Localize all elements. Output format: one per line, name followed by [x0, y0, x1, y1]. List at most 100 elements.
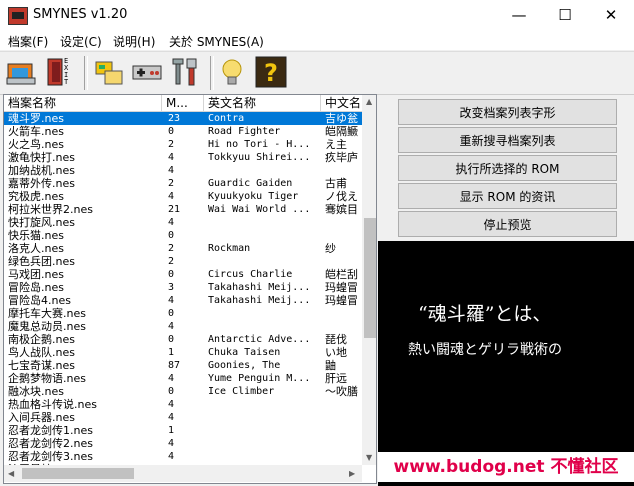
cell-m: 4 — [168, 399, 175, 410]
list-item[interactable]: 融冰块.nes 0 Ice Climber 〜吹膳 — [4, 385, 364, 398]
list-item[interactable]: 摩托车大赛.nes 0 — [4, 307, 364, 320]
vertical-scrollbar[interactable]: ▲ ▼ — [362, 95, 376, 465]
list-item[interactable]: 马戏团.nes 0 Circus Charlie 皑栏刮 — [4, 268, 364, 281]
maximize-button[interactable]: ☐ — [542, 0, 588, 30]
list-item[interactable]: 鸟人战队.nes 1 Chuka Taisen い地 — [4, 346, 364, 359]
cell-chinese-name: い地 — [325, 346, 347, 359]
exit-icon[interactable]: EXIT — [44, 56, 76, 88]
list-item[interactable]: 快打旋风.nes 4 — [4, 216, 364, 229]
cell-filename: 冒险岛4.nes — [8, 294, 71, 307]
cell-m: 4 — [168, 295, 175, 306]
cell-m: 4 — [168, 438, 175, 449]
cell-filename: 激龟快打.nes — [8, 151, 75, 164]
rom-info-button[interactable]: 显示 ROM 的资讯 — [398, 183, 617, 209]
list-item[interactable]: 忍者龙剑传3.nes 4 — [4, 450, 364, 463]
gamepad-icon[interactable] — [131, 56, 163, 88]
change-list-font-button[interactable]: 改变档案列表字形 — [398, 99, 617, 125]
cell-filename: 马戏团.nes — [8, 268, 64, 281]
cell-filename: 快乐猫.nes — [8, 229, 64, 242]
list-item[interactable]: 入间兵器.nes 4 — [4, 411, 364, 424]
cell-m: 4 — [168, 165, 175, 176]
list-item[interactable]: 热血格斗传说.nes 4 — [4, 398, 364, 411]
list-item[interactable]: 火之鸟.nes 2 Hi no Tori - H... え主 — [4, 138, 364, 151]
cell-m: 87 — [168, 360, 181, 371]
column-header-filename[interactable]: 档案名称 — [4, 95, 162, 111]
menu-about[interactable]: 关於 SMYNES(A) — [169, 33, 264, 50]
tools-icon[interactable] — [170, 56, 202, 88]
preview-text-line2: 熱い闘魂とゲリラ戦術の — [408, 342, 562, 358]
cell-english-name: Chuka Taisen — [208, 347, 281, 358]
menu-settings[interactable]: 设定(C) — [60, 33, 102, 50]
cell-chinese-name: 纱 — [325, 242, 336, 255]
cell-filename: 冒险岛.nes — [8, 281, 64, 294]
stop-preview-button[interactable]: 停止预览 — [398, 211, 617, 237]
vertical-scroll-thumb[interactable] — [364, 218, 376, 338]
list-item[interactable]: 冒险岛.nes 3 Takahashi Meij... 玛蝗冒 — [4, 281, 364, 294]
cell-chinese-name: 皑隔鳜 — [325, 125, 358, 138]
list-item[interactable]: 冒险岛4.nes 4 Takahashi Meij... 玛蝗冒 — [4, 294, 364, 307]
watermark: www.budog.net 不懂社区 — [378, 452, 634, 482]
list-item[interactable]: 忍者龙剑传1.nes 1 — [4, 424, 364, 437]
cell-english-name: Ice Climber — [208, 386, 275, 397]
cell-english-name: Kyuukyoku Tiger — [208, 191, 299, 202]
list-item[interactable]: 忍者龙剑传2.nes 4 — [4, 437, 364, 450]
folders-icon[interactable] — [93, 56, 125, 88]
cell-english-name: Circus Charlie — [208, 269, 293, 280]
run-rom-button[interactable]: 执行所选择的 ROM — [398, 155, 617, 181]
list-item[interactable]: 企鹅梦物语.nes 4 Yume Penguin M... 肝远 — [4, 372, 364, 385]
rom-list[interactable]: 档案名称 M... 英文名称 中文名 魂斗罗.nes 23 Contra 吉ゆ瓮 火箭车… — [3, 94, 377, 484]
window-title: SMYNES v1.20 — [33, 7, 128, 22]
scroll-up-icon[interactable]: ▲ — [366, 97, 372, 106]
cell-m: 0 — [168, 230, 175, 241]
help-icon[interactable]: ? — [255, 56, 287, 88]
cell-chinese-name: 〜吹膳 — [325, 385, 358, 398]
list-item[interactable]: 加纳战机.nes 4 — [4, 164, 364, 177]
close-button[interactable]: ✕ — [588, 0, 634, 30]
list-item[interactable]: 绿色兵团.nes 2 — [4, 255, 364, 268]
cell-filename: 嘉蒂外传.nes — [8, 177, 75, 190]
rescan-list-button[interactable]: 重新搜寻档案列表 — [398, 127, 617, 153]
list-item[interactable]: 南极企鹅.nes 0 Antarctic Adve... 琵伐 — [4, 333, 364, 346]
cell-filename: 魔鬼总动员.nes — [8, 320, 86, 333]
list-item[interactable]: 柯拉米世界2.nes 21 Wai Wai World ... 骞嫔目 — [4, 203, 364, 216]
horizontal-scrollbar[interactable]: ◀ ▶ — [4, 465, 362, 482]
cell-m: 4 — [168, 412, 175, 423]
cell-chinese-name: 玛蝗冒 — [325, 294, 358, 307]
list-item[interactable]: 嘉蒂外传.nes 2 Guardic Gaiden 古甫 — [4, 177, 364, 190]
list-item[interactable]: 魂斗罗.nes 23 Contra 吉ゆ瓮 — [4, 112, 364, 125]
preview-text-line1: “魂斗羅”とは、 — [418, 303, 552, 325]
list-item[interactable]: 究极虎.nes 4 Kyuukyoku Tiger ノ伐え — [4, 190, 364, 203]
column-header-chinese[interactable]: 中文名 — [321, 95, 364, 111]
menu-bar: 档案(F) 设定(C) 说明(H) 关於 SMYNES(A) — [0, 30, 634, 50]
column-header-m[interactable]: M... — [162, 95, 204, 111]
cell-m: 21 — [168, 204, 181, 215]
scroll-down-icon[interactable]: ▼ — [366, 453, 372, 462]
cell-m: 0 — [168, 126, 175, 137]
cell-chinese-name: え主 — [325, 138, 347, 151]
cell-filename: 加纳战机.nes — [8, 164, 75, 177]
lightbulb-icon[interactable] — [216, 56, 248, 88]
column-header-english[interactable]: 英文名称 — [204, 95, 321, 111]
cell-m: 4 — [168, 321, 175, 332]
cell-m: 3 — [168, 282, 175, 293]
cell-filename: 南极企鹅.nes — [8, 333, 75, 346]
list-item[interactable]: 七宝奇谋.nes 87 Goonies, The 鼬 — [4, 359, 364, 372]
list-item[interactable]: 魔鬼总动员.nes 4 — [4, 320, 364, 333]
cell-english-name: Wai Wai World ... — [208, 204, 311, 215]
cell-m: 2 — [168, 256, 175, 267]
cell-m: 0 — [168, 269, 175, 280]
cell-chinese-name: 肝远 — [325, 372, 347, 385]
scroll-right-icon[interactable]: ▶ — [349, 469, 355, 478]
list-item[interactable]: 快乐猫.nes 0 — [4, 229, 364, 242]
svg-text:?: ? — [264, 59, 278, 87]
cell-chinese-name: 疚毕庐 — [325, 151, 358, 164]
horizontal-scroll-thumb[interactable] — [22, 468, 134, 479]
minimize-button[interactable]: — — [496, 0, 542, 30]
scroll-left-icon[interactable]: ◀ — [8, 469, 14, 478]
menu-file[interactable]: 档案(F) — [8, 33, 48, 50]
list-item[interactable]: 激龟快打.nes 4 Tokkyuu Shirei... 疚毕庐 — [4, 151, 364, 164]
list-item[interactable]: 洛克人.nes 2 Rockman 纱 — [4, 242, 364, 255]
open-rom-icon[interactable] — [5, 56, 37, 88]
list-item[interactable]: 火箭车.nes 0 Road Fighter 皑隔鳜 — [4, 125, 364, 138]
menu-help[interactable]: 说明(H) — [113, 33, 155, 50]
